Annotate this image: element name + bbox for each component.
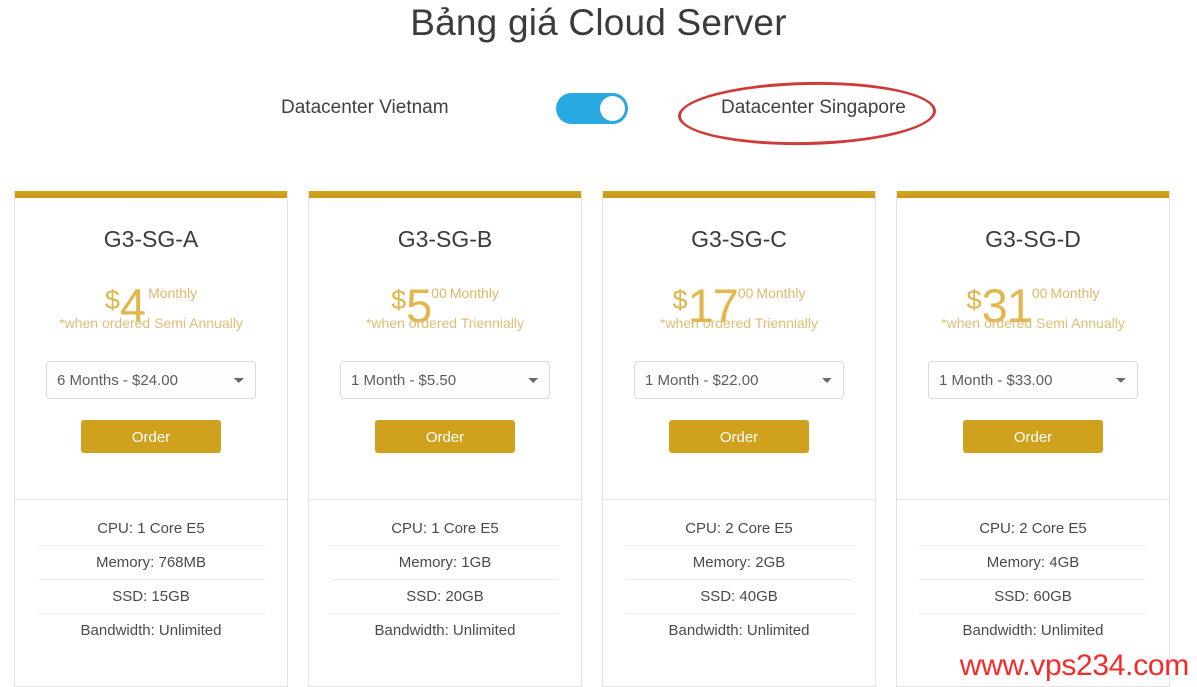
plan-price-block: $3100 Monthly *when ordered Semi Annually bbox=[897, 282, 1169, 344]
currency-symbol: $ bbox=[391, 285, 407, 315]
price-note: *when ordered Semi Annually bbox=[59, 315, 243, 331]
plan-specs-list: CPU: 2 Core E5 Memory: 2GB SSD: 40GB Ban… bbox=[603, 499, 875, 686]
price-cents: 00 bbox=[431, 285, 447, 301]
datacenter-toggle[interactable] bbox=[556, 93, 628, 124]
card-top-accent-bar bbox=[603, 191, 875, 198]
order-button-wrap: Order bbox=[15, 420, 287, 453]
card-header: G3-SG-D $3100 Monthly *when ordered Semi … bbox=[897, 198, 1169, 499]
billing-term-select[interactable]: 1 Month - $22.00 bbox=[634, 361, 844, 399]
datacenter-vietnam-label[interactable]: Datacenter Vietnam bbox=[281, 88, 449, 128]
plan-specs-list: CPU: 1 Core E5 Memory: 1GB SSD: 20GB Ban… bbox=[309, 499, 581, 686]
billing-term-select[interactable]: 1 Month - $5.50 bbox=[340, 361, 550, 399]
spec-row-memory: Memory: 2GB bbox=[625, 546, 853, 580]
plan-name: G3-SG-A bbox=[103, 226, 199, 252]
spec-row-cpu: CPU: 2 Core E5 bbox=[919, 512, 1147, 546]
price-period: Monthly bbox=[756, 285, 806, 301]
page-title: Bảng giá Cloud Server bbox=[410, 2, 787, 43]
price-note: *when ordered Triennially bbox=[660, 315, 818, 331]
spec-row-ssd: SSD: 40GB bbox=[625, 580, 853, 614]
plan-name: G3-SG-C bbox=[691, 226, 787, 252]
pricing-card: G3-SG-D $3100 Monthly *when ordered Semi … bbox=[896, 191, 1170, 687]
price-cents: 00 bbox=[1031, 285, 1048, 301]
billing-term-select-wrap: 6 Months - $24.00 bbox=[15, 361, 287, 399]
order-button-wrap: Order bbox=[309, 420, 581, 453]
spec-row-memory: Memory: 1GB bbox=[331, 546, 559, 580]
currency-symbol: $ bbox=[672, 285, 688, 315]
card-top-accent-bar bbox=[897, 191, 1169, 198]
toggle-knob-icon bbox=[600, 96, 625, 121]
price-note: *when ordered Triennially bbox=[366, 315, 524, 331]
spec-row-ssd: SSD: 15GB bbox=[37, 580, 265, 614]
currency-symbol: $ bbox=[966, 285, 982, 315]
order-button-wrap: Order bbox=[603, 420, 875, 453]
card-header: G3-SG-A $4 Monthly *when ordered Semi Ann… bbox=[15, 198, 287, 499]
plan-name: G3-SG-B bbox=[397, 226, 493, 252]
card-top-accent-bar bbox=[15, 191, 287, 198]
order-button[interactable]: Order bbox=[669, 420, 809, 453]
order-button-wrap: Order bbox=[897, 420, 1169, 453]
spec-row-cpu: CPU: 1 Core E5 bbox=[331, 512, 559, 546]
price-period: Monthly bbox=[1050, 285, 1100, 301]
spec-row-bandwidth: Bandwidth: Unlimited bbox=[668, 622, 810, 639]
billing-term-select-wrap: 1 Month - $22.00 bbox=[603, 361, 875, 399]
price-cents: 00 bbox=[737, 285, 754, 301]
order-button[interactable]: Order bbox=[81, 420, 221, 453]
price-period: Monthly bbox=[449, 285, 499, 301]
plan-specs-list: CPU: 1 Core E5 Memory: 768MB SSD: 15GB B… bbox=[15, 499, 287, 686]
spec-row-cpu: CPU: 2 Core E5 bbox=[625, 512, 853, 546]
spec-row-bandwidth: Bandwidth: Unlimited bbox=[962, 622, 1104, 639]
spec-row-ssd: SSD: 60GB bbox=[919, 580, 1147, 614]
spec-row-memory: Memory: 768MB bbox=[37, 546, 265, 580]
order-button[interactable]: Order bbox=[963, 420, 1103, 453]
spec-row-cpu: CPU: 1 Core E5 bbox=[37, 512, 265, 546]
spec-row-bandwidth: Bandwidth: Unlimited bbox=[374, 622, 516, 639]
card-header: G3-SG-C $1700 Monthly *when ordered Trien… bbox=[603, 198, 875, 499]
plan-price-block: $1700 Monthly *when ordered Triennially bbox=[603, 282, 875, 344]
billing-term-select-wrap: 1 Month - $5.50 bbox=[309, 361, 581, 399]
pricing-page: Bảng giá Cloud Server Datacenter Vietnam… bbox=[0, 0, 1197, 687]
card-top-accent-bar bbox=[309, 191, 581, 198]
datacenter-singapore-label[interactable]: Datacenter Singapore bbox=[721, 88, 906, 128]
billing-term-select[interactable]: 6 Months - $24.00 bbox=[46, 361, 256, 399]
plan-name: G3-SG-D bbox=[985, 226, 1081, 252]
currency-symbol: $ bbox=[104, 285, 120, 315]
billing-term-select-wrap: 1 Month - $33.00 bbox=[897, 361, 1169, 399]
spec-row-memory: Memory: 4GB bbox=[919, 546, 1147, 580]
spec-row-bandwidth: Bandwidth: Unlimited bbox=[80, 622, 222, 639]
spec-row-ssd: SSD: 20GB bbox=[331, 580, 559, 614]
site-watermark: www.vps234.com bbox=[959, 649, 1190, 682]
card-header: G3-SG-B $500 Monthly *when ordered Trienn… bbox=[309, 198, 581, 499]
pricing-card: G3-SG-A $4 Monthly *when ordered Semi Ann… bbox=[14, 191, 288, 687]
price-period: Monthly bbox=[148, 285, 198, 301]
price-note: *when ordered Semi Annually bbox=[941, 315, 1125, 331]
order-button[interactable]: Order bbox=[375, 420, 515, 453]
plan-price-block: $4 Monthly *when ordered Semi Annually bbox=[15, 282, 287, 344]
plan-price-block: $500 Monthly *when ordered Triennially bbox=[309, 282, 581, 344]
pricing-card: G3-SG-B $500 Monthly *when ordered Trienn… bbox=[308, 191, 582, 687]
pricing-card: G3-SG-C $1700 Monthly *when ordered Trien… bbox=[602, 191, 876, 687]
pricing-card-list: G3-SG-A $4 Monthly *when ordered Semi Ann… bbox=[14, 191, 1184, 687]
datacenter-switch-row: Datacenter Vietnam Datacenter Singapore bbox=[0, 88, 1197, 128]
billing-term-select[interactable]: 1 Month - $33.00 bbox=[928, 361, 1138, 399]
